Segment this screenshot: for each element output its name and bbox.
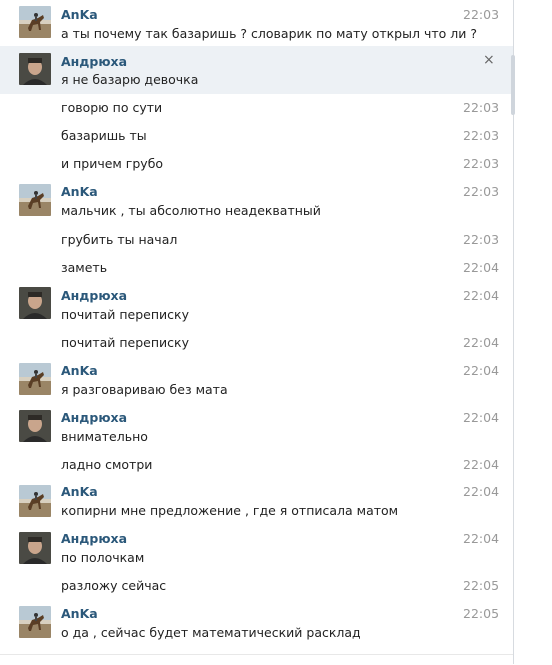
message-author[interactable]: Андрюха: [61, 54, 127, 70]
chat-history: AnKa а ты почему так базаришь ? словарик…: [0, 0, 513, 665]
composer-edge: [0, 654, 513, 665]
message-text: по полочкам: [61, 550, 145, 565]
avatar-andryukha[interactable]: [19, 287, 51, 319]
message-time[interactable]: 22:04: [463, 288, 499, 304]
avatar-andryukha[interactable]: [19, 532, 51, 564]
message-text: грубить ты начал: [61, 232, 178, 247]
message-text: и причем грубо: [61, 156, 164, 171]
message-text: разложу сейчас: [61, 578, 167, 593]
message-text: внимательно: [61, 429, 148, 444]
message-text: я разговариваю без мата: [61, 382, 228, 397]
message-text: ладно смотри: [61, 457, 153, 472]
message-item: разложу сейчас 22:05: [0, 574, 513, 602]
message-author[interactable]: AnKa: [61, 184, 98, 200]
message-text: говорю по сути: [61, 100, 163, 115]
message-text: базаришь ты: [61, 128, 147, 143]
message-time[interactable]: 22:03: [463, 232, 499, 248]
message-item: базаришь ты 22:03: [0, 122, 513, 150]
message-text: заметь: [61, 260, 108, 275]
message-item: грубить ты начал 22:03: [0, 226, 513, 254]
message-text: я не базарю девочка: [61, 72, 199, 87]
message-time[interactable]: 22:04: [463, 335, 499, 351]
message-group: Андрюха почитай переписку 22:04: [0, 282, 513, 330]
message-text: о да , сейчас будет математический раскл…: [61, 625, 361, 640]
message-time[interactable]: 22:04: [463, 363, 499, 379]
right-panel: [514, 0, 552, 664]
message-author[interactable]: Андрюха: [61, 288, 127, 304]
message-time[interactable]: 22:03: [463, 128, 499, 144]
message-group: AnKa мальчик , ты абсолютно неадекватный…: [0, 178, 513, 226]
message-author[interactable]: AnKa: [61, 484, 98, 500]
message-item: и причем грубо 22:03: [0, 150, 513, 178]
message-time[interactable]: 22:03: [463, 156, 499, 172]
avatar-anka[interactable]: [19, 485, 51, 517]
avatar-anka[interactable]: [19, 606, 51, 638]
message-group: Андрюха внимательно 22:04: [0, 405, 513, 452]
message-author[interactable]: AnKa: [61, 606, 98, 622]
message-time[interactable]: 22:04: [463, 484, 499, 500]
message-text: копирни мне предложение , где я отписала…: [61, 503, 399, 518]
message-author[interactable]: AnKa: [61, 7, 98, 23]
message-time[interactable]: 22:04: [463, 260, 499, 276]
scrollbar-thumb[interactable]: [511, 55, 515, 115]
avatar-anka[interactable]: [19, 184, 51, 216]
message-time[interactable]: 22:05: [463, 578, 499, 594]
message-text: а ты почему так базаришь ? словарик по м…: [61, 26, 477, 41]
message-time[interactable]: 22:03: [463, 100, 499, 116]
avatar-andryukha[interactable]: [19, 410, 51, 442]
message-item: заметь 22:04: [0, 254, 513, 282]
message-text: мальчик , ты абсолютно неадекватный: [61, 203, 321, 218]
message-group: AnKa я разговариваю без мата 22:04: [0, 358, 513, 405]
message-author[interactable]: AnKa: [61, 363, 98, 379]
message-author[interactable]: Андрюха: [61, 410, 127, 426]
message-item: говорю по сути 22:03: [0, 94, 513, 122]
avatar-andryukha[interactable]: [19, 53, 51, 85]
message-time[interactable]: 22:05: [463, 606, 499, 622]
message-group: Андрюха по полочкам 22:04: [0, 527, 513, 574]
message-group: AnKa о да , сейчас будет математический …: [0, 602, 513, 654]
message-time[interactable]: 22:03: [463, 184, 499, 200]
message-group: AnKa а ты почему так базаришь ? словарик…: [0, 0, 513, 46]
avatar-anka[interactable]: [19, 363, 51, 395]
message-author[interactable]: Андрюха: [61, 531, 127, 547]
avatar-anka[interactable]: [19, 6, 51, 38]
message-text: почитай переписку: [61, 335, 189, 350]
message-group-selected[interactable]: Андрюха я не базарю девочка ×: [0, 46, 513, 94]
message-time[interactable]: 22:04: [463, 410, 499, 426]
message-time[interactable]: 22:04: [463, 531, 499, 547]
message-time[interactable]: 22:03: [463, 7, 499, 23]
close-icon[interactable]: ×: [483, 52, 495, 68]
message-item: почитай переписку 22:04: [0, 330, 513, 358]
message-item: ладно смотри 22:04: [0, 452, 513, 480]
message-time[interactable]: 22:04: [463, 457, 499, 473]
message-text: почитай переписку: [61, 307, 189, 322]
message-group: AnKa копирни мне предложение , где я отп…: [0, 480, 513, 527]
